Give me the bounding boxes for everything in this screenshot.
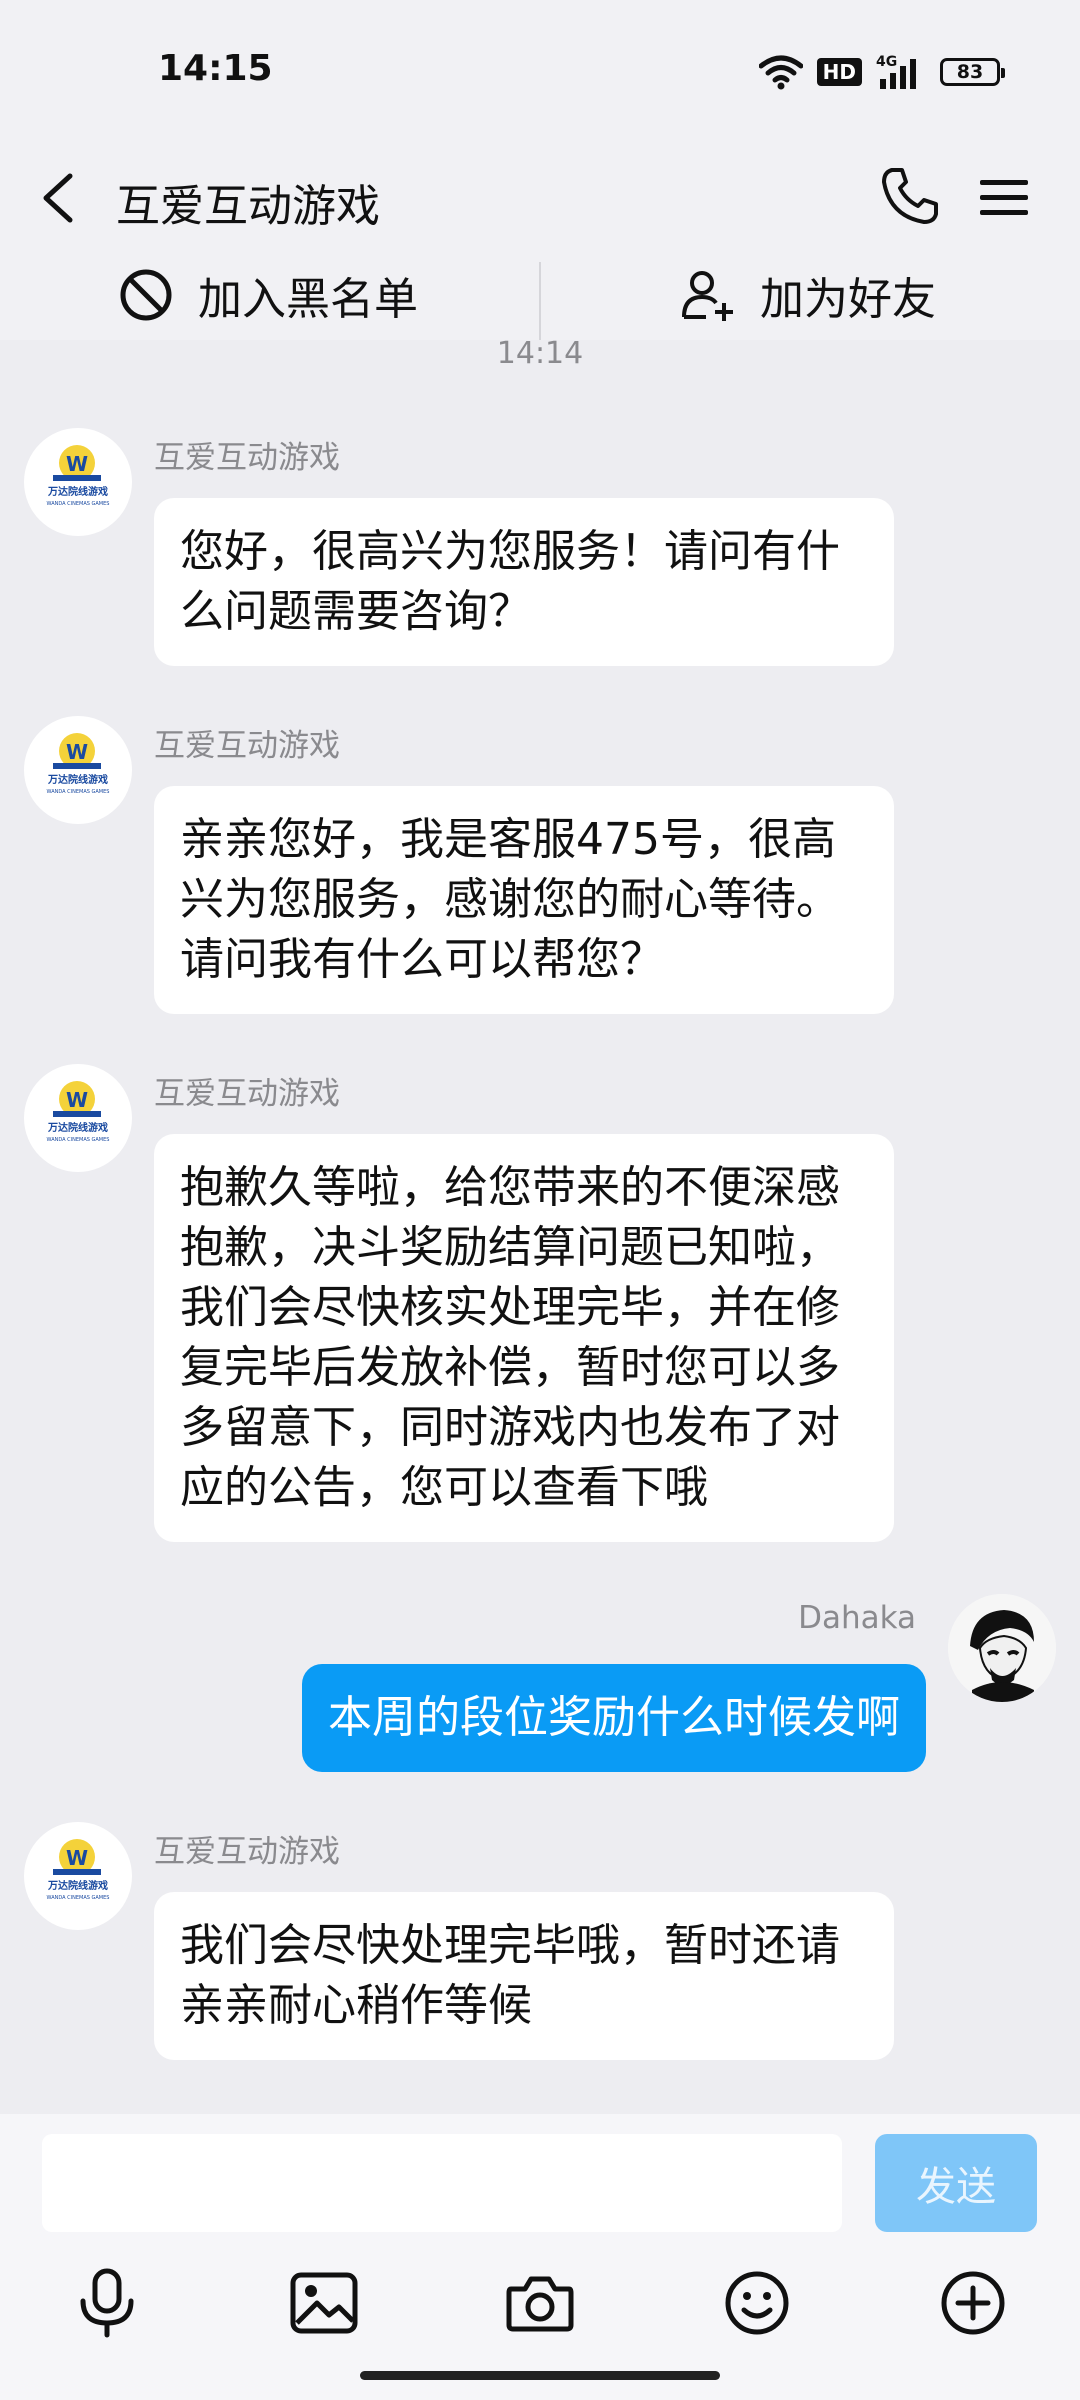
blacklist-label: 加入黑名单 [198,274,418,325]
block-icon [120,269,172,321]
action-divider [539,262,541,340]
image-icon [290,2272,358,2334]
status-icons: HD 4G 83 [758,52,1005,92]
user-message-bubble[interactable]: 本周的段位奖励什么时候发啊 [302,1664,926,1772]
camera-icon [506,2276,574,2332]
svg-text:W: W [66,1846,88,1870]
add-to-blacklist-button[interactable]: 加入黑名单 [118,250,418,340]
message-input[interactable] [42,2134,842,2232]
bot-avatar[interactable]: W 万达院线游戏 WANDA CINEMAS GAMES [24,1064,132,1172]
emoji-icon [725,2271,789,2335]
more-button[interactable] [932,2262,1014,2344]
home-indicator[interactable] [360,2371,720,2380]
action-bar: 加入黑名单 加为好友 [0,250,1080,340]
logo-text-en: WANDA CINEMAS GAMES [47,1137,110,1143]
logo-text-cn: 万达院线游戏 [47,1121,108,1134]
signal-icon: 4G [876,54,916,89]
chat-title: 互爱互动游戏 [116,181,380,232]
hd-badge: HD [816,58,862,86]
svg-text:4G: 4G [876,54,897,70]
image-button[interactable] [283,2262,365,2344]
wifi-icon [758,55,803,90]
user-avatar[interactable] [948,1594,1056,1702]
camera-button[interactable] [499,2262,581,2344]
add-friend-button[interactable]: 加为好友 [680,250,936,340]
send-button[interactable]: 发送 [875,2134,1037,2232]
message-bubble[interactable]: 您好，很高兴为您服务！请问有什么问题需要咨询？ [154,498,894,666]
bot-avatar[interactable]: W 万达院线游戏 WANDA CINEMAS GAMES [24,1822,132,1930]
voice-button[interactable] [66,2262,148,2344]
plus-circle-icon [941,2271,1005,2335]
menu-icon[interactable] [976,170,1032,226]
microphone-icon [80,2268,134,2338]
wanda-logo-icon: W 万达院线游戏 WANDA CINEMAS GAMES [47,1081,110,1143]
logo-text-cn: 万达院线游戏 [47,485,108,498]
add-user-icon [682,271,733,321]
portrait-avatar-icon [948,1594,1056,1702]
status-bar: 14:15 HD 4G 83 [0,0,1080,140]
input-area: 发送 [0,2114,1080,2400]
svg-text:W: W [66,452,88,476]
battery-indicator: 83 [940,58,1005,86]
sender-name: 互爱互动游戏 [154,728,340,764]
logo-text-cn: 万达院线游戏 [47,773,108,786]
logo-text-en: WANDA CINEMAS GAMES [47,789,110,795]
message-bubble[interactable]: 抱歉久等啦，给您带来的不便深感抱歉，决斗奖励结算问题已知啦，我们会尽快核实处理完… [154,1134,894,1542]
message-bubble[interactable]: 亲亲您好，我是客服475号，很高兴为您服务，感谢您的耐心等待。请问我有什么可以帮… [154,786,894,1014]
svg-text:W: W [66,740,88,764]
add-friend-label: 加为好友 [760,274,936,325]
message-bubble[interactable]: 我们会尽快处理完毕哦，暂时还请亲亲耐心稍作等候 [154,1892,894,2060]
logo-text-en: WANDA CINEMAS GAMES [47,501,110,507]
sender-name: 互爱互动游戏 [154,440,340,476]
svg-text:W: W [66,1088,88,1112]
chat-header: 互爱互动游戏 [0,140,1080,258]
message-timestamp: 14:14 [496,336,584,371]
sender-name: 互爱互动游戏 [154,1076,340,1112]
phone-icon[interactable] [878,164,942,228]
bot-avatar[interactable]: W 万达院线游戏 WANDA CINEMAS GAMES [24,716,132,824]
wanda-logo-icon: W 万达院线游戏 WANDA CINEMAS GAMES [47,733,110,795]
wanda-logo-icon: W 万达院线游戏 WANDA CINEMAS GAMES [47,445,110,507]
wanda-logo-icon: W 万达院线游戏 WANDA CINEMAS GAMES [47,1839,110,1901]
logo-text-en: WANDA CINEMAS GAMES [47,1895,110,1901]
status-time: 14:15 [158,48,273,89]
back-arrow-icon[interactable] [34,168,84,228]
emoji-button[interactable] [716,2262,798,2344]
user-name: Dahaka [798,1600,916,1636]
battery-level: 83 [956,61,984,83]
logo-text-cn: 万达院线游戏 [47,1879,108,1892]
sender-name: 互爱互动游戏 [154,1834,340,1870]
bot-avatar[interactable]: W 万达院线游戏 WANDA CINEMAS GAMES [24,428,132,536]
